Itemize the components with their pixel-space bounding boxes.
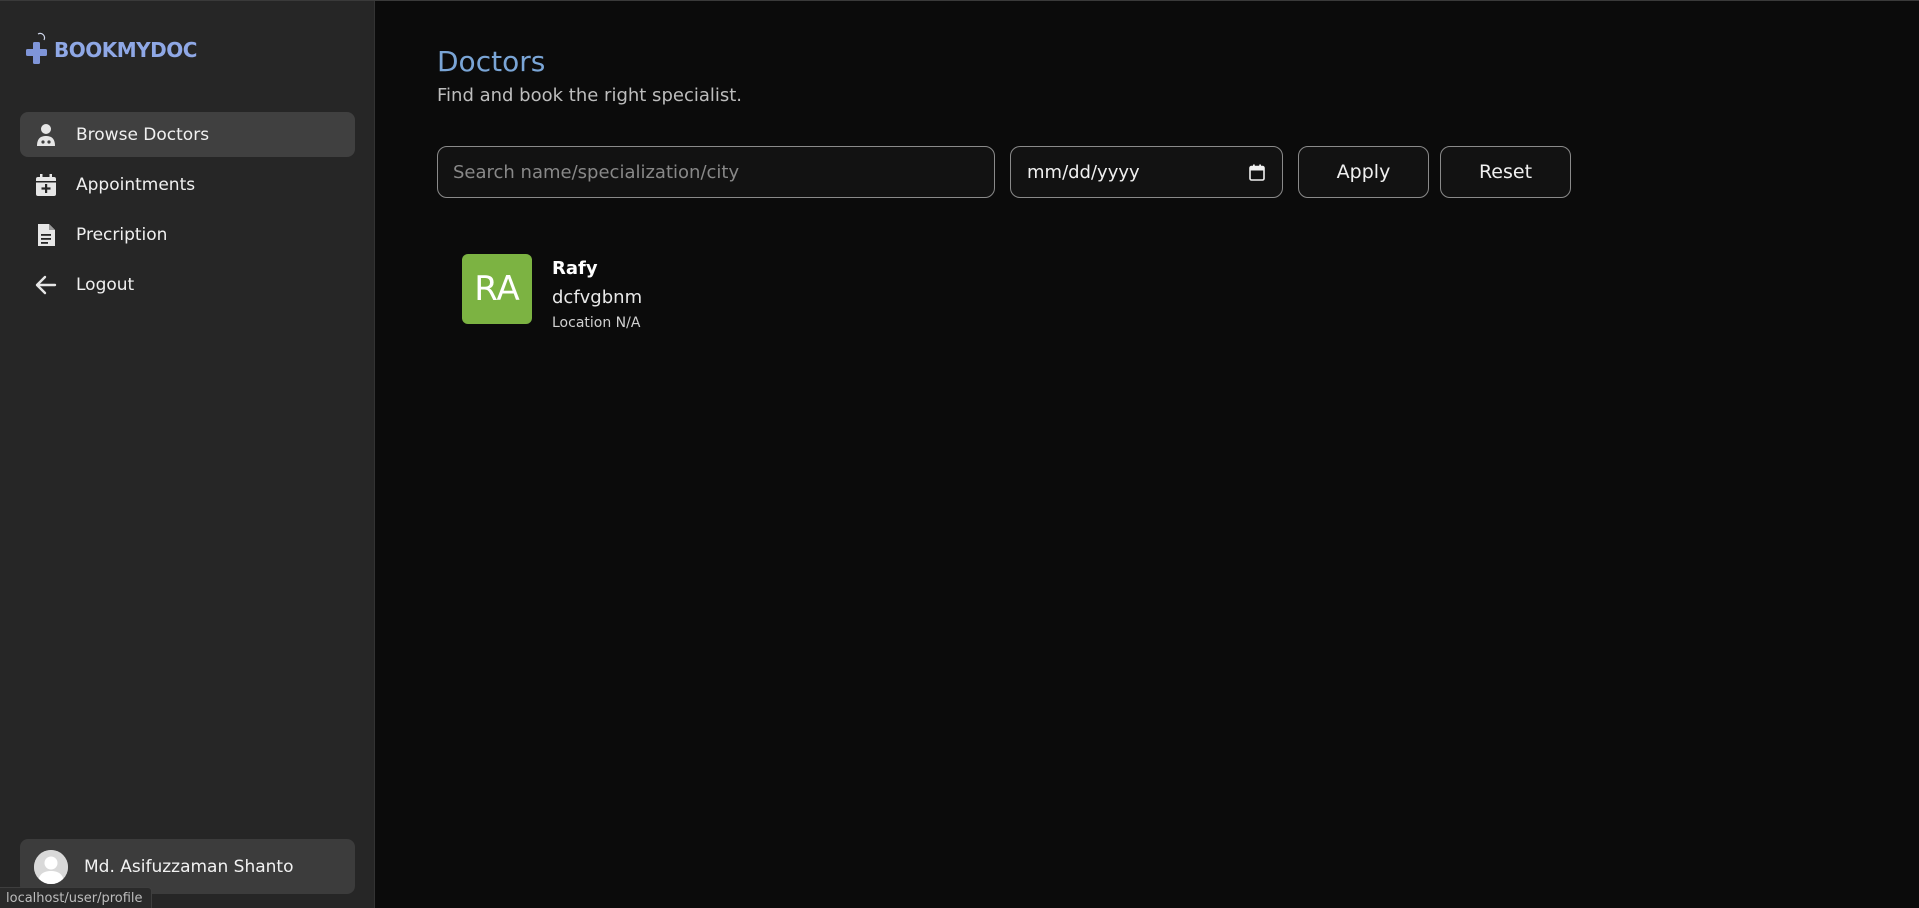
- sidebar-item-appointments[interactable]: Appointments: [20, 162, 355, 207]
- doctor-card[interactable]: RA Rafy dcfvgbnm Location N/A: [462, 254, 642, 332]
- user-name: Md. Asifuzzaman Shanto: [84, 856, 294, 877]
- doctor-location: Location N/A: [552, 315, 641, 331]
- sidebar-item-label: Appointments: [76, 174, 196, 195]
- brand-name: BOOKMYDOC: [54, 38, 197, 62]
- reset-button[interactable]: Reset: [1440, 146, 1571, 198]
- calendar-plus-icon: [34, 173, 58, 197]
- medical-cross-logo-icon: [26, 32, 47, 64]
- app-window: BOOKMYDOC Browse Doctors Appointments Pr…: [0, 0, 1919, 908]
- main-content: Doctors Find and book the right speciali…: [375, 1, 1919, 908]
- user-avatar-icon: [34, 849, 68, 884]
- date-input[interactable]: mm/dd/yyyy: [1010, 146, 1283, 198]
- sidebar-item-label: Precription: [76, 224, 168, 245]
- apply-button[interactable]: Apply: [1298, 146, 1429, 198]
- doctor-avatar: RA: [462, 254, 532, 324]
- sidebar-nav: Browse Doctors Appointments Precription …: [20, 112, 355, 312]
- sidebar: BOOKMYDOC Browse Doctors Appointments Pr…: [0, 1, 375, 908]
- doctor-specialization: dcfvgbnm: [552, 287, 643, 308]
- user-profile-card[interactable]: Md. Asifuzzaman Shanto: [20, 839, 355, 894]
- calendar-icon[interactable]: [1248, 163, 1266, 181]
- sidebar-item-precription[interactable]: Precription: [20, 212, 355, 257]
- arrow-left-icon: [34, 273, 58, 297]
- sidebar-item-label: Logout: [76, 274, 135, 295]
- doctor-name: Rafy: [552, 258, 598, 279]
- sidebar-item-browse-doctors[interactable]: Browse Doctors: [20, 112, 355, 157]
- page-title: Doctors: [437, 45, 546, 78]
- sidebar-item-label: Browse Doctors: [76, 124, 210, 145]
- status-bar-url: localhost/user/profile: [0, 887, 152, 908]
- document-icon: [34, 223, 58, 247]
- sidebar-item-logout[interactable]: Logout: [20, 262, 355, 307]
- date-placeholder: mm/dd/yyyy: [1027, 161, 1140, 183]
- doctor-icon: [34, 123, 58, 147]
- search-input[interactable]: [437, 146, 995, 198]
- page-subtitle: Find and book the right specialist.: [437, 85, 743, 106]
- brand-logo[interactable]: BOOKMYDOC: [24, 27, 197, 73]
- doctor-info: Rafy dcfvgbnm Location N/A: [552, 254, 642, 332]
